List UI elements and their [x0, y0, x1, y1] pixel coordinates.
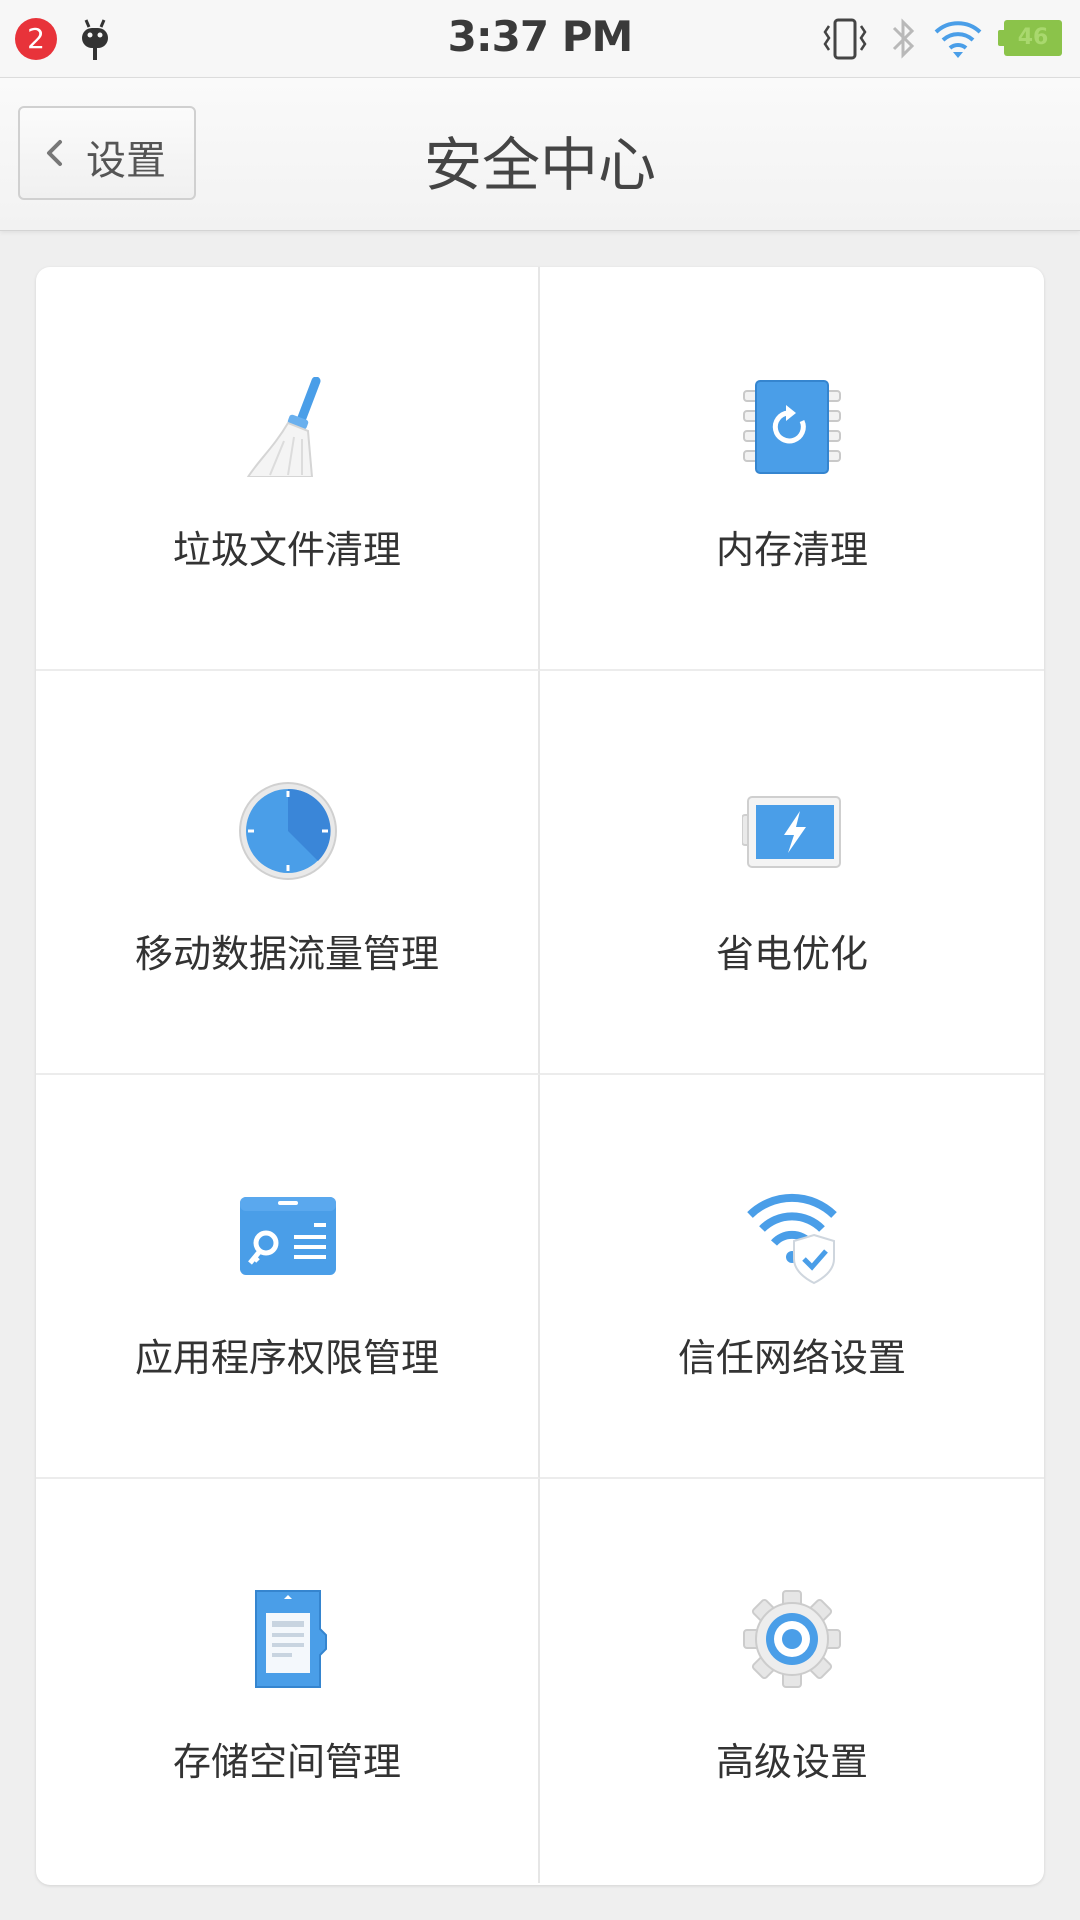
shield-wifi-icon [747, 1193, 837, 1285]
battery-level: 46 [1004, 20, 1062, 56]
clock-gauge-icon [239, 782, 337, 880]
broom-icon [246, 377, 321, 477]
bluetooth-icon [892, 18, 915, 59]
tile-app-permission-management[interactable]: 应用程序权限管理 [36, 1075, 540, 1479]
sd-card-icon [255, 1590, 327, 1688]
wifi-icon [934, 21, 982, 58]
tile-trusted-network-settings[interactable]: 信任网络设置 [540, 1075, 1044, 1479]
notification-count-badge[interactable]: 2 [15, 18, 57, 60]
tile-label: 垃圾文件清理 [172, 528, 401, 572]
page-title: 安全中心 [423, 131, 656, 199]
tile-power-optimization[interactable]: 省电优化 [540, 671, 1044, 1075]
android-icon [82, 19, 108, 60]
tile-label: 移动数据流量管理 [134, 932, 439, 976]
tile-advanced-settings[interactable]: 高级设置 [540, 1479, 1044, 1883]
action-bar: 设置 安全中心 [0, 77, 1080, 231]
memory-chip-icon [743, 380, 841, 474]
battery-icon: 46 [998, 20, 1062, 56]
tile-label: 省电优化 [715, 932, 868, 976]
status-bar: 2 3:37 PM 46 [0, 0, 1080, 77]
key-card-icon [240, 1197, 336, 1275]
feature-grid: 垃圾文件清理 内存清理 移动数据流量管理 省电优化 应用程序权限管理 信任网络设… [36, 267, 1044, 1885]
vibrate-icon [823, 18, 867, 60]
tile-label: 高级设置 [715, 1740, 868, 1784]
gear-icon [743, 1590, 841, 1688]
battery-charge-icon [742, 796, 841, 868]
tile-label: 内存清理 [715, 528, 868, 572]
tile-memory-cleanup[interactable]: 内存清理 [540, 267, 1044, 671]
tile-storage-management[interactable]: 存储空间管理 [36, 1479, 540, 1883]
tile-junk-cleanup[interactable]: 垃圾文件清理 [36, 267, 540, 671]
tile-mobile-data-management[interactable]: 移动数据流量管理 [36, 671, 540, 1075]
tile-label: 存储空间管理 [172, 1740, 401, 1784]
tile-label: 信任网络设置 [677, 1336, 906, 1380]
tile-label: 应用程序权限管理 [134, 1336, 439, 1380]
status-time: 3:37 PM [447, 12, 634, 61]
